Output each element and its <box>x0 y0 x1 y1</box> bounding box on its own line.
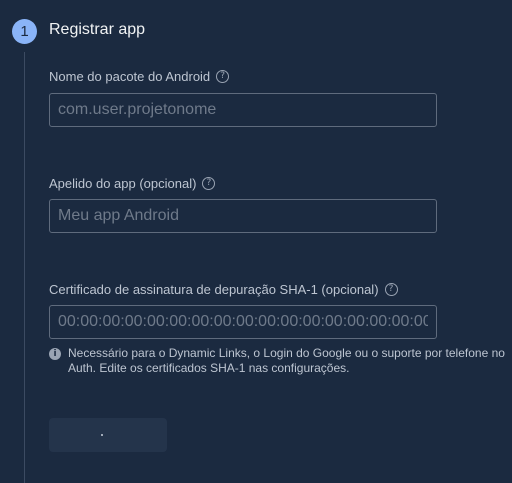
app-nickname-label: Apelido do app (opcional) ? <box>49 176 216 191</box>
loading-spinner-icon <box>101 434 103 436</box>
info-icon: i <box>49 348 61 360</box>
help-circle-icon[interactable]: ? <box>216 70 230 83</box>
sha1-certificate-input[interactable] <box>49 305 437 339</box>
package-name-label-text: Nome do pacote do Android <box>49 69 211 84</box>
sha1-certificate-label-text: Certificado de assinatura de depuração S… <box>49 282 379 297</box>
app-nickname-label-text: Apelido do app (opcional) <box>49 176 197 191</box>
step-title: Registrar app <box>49 21 146 38</box>
step-number-badge: 1 <box>12 19 37 44</box>
package-name-label: Nome do pacote do Android ? <box>49 69 230 84</box>
step-connector-line <box>24 52 25 483</box>
app-nickname-input[interactable] <box>49 199 437 233</box>
sha1-info-text: Necessário para o Dynamic Links, o Login… <box>68 346 505 375</box>
sha1-certificate-label: Certificado de assinatura de depuração S… <box>49 282 398 297</box>
package-name-input[interactable] <box>49 93 437 127</box>
help-circle-icon[interactable]: ? <box>202 177 216 190</box>
sha1-info-note: i Necessário para o Dynamic Links, o Log… <box>49 346 509 376</box>
register-app-button[interactable] <box>49 418 167 452</box>
help-circle-icon[interactable]: ? <box>384 283 398 296</box>
